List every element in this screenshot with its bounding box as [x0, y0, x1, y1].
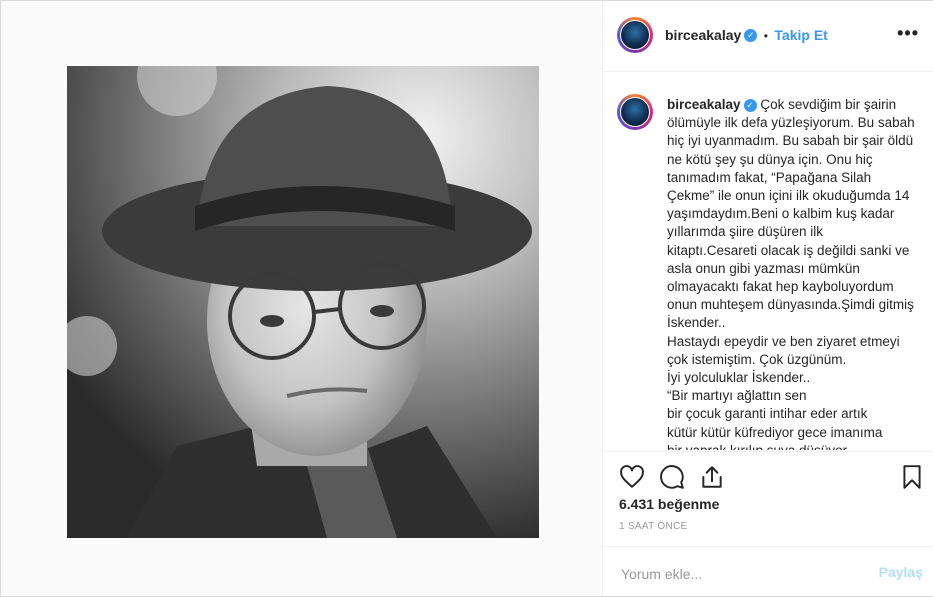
- avatar[interactable]: [617, 17, 653, 53]
- more-options-icon[interactable]: •••: [897, 23, 919, 44]
- comments-scroll-area[interactable]: birceakalay ✓ Çok sevdiğim bir şairin ölü…: [603, 72, 933, 450]
- post-photo[interactable]: [67, 66, 539, 538]
- header-user-line: birceakalay ✓ • Takip Et: [665, 27, 828, 45]
- action-bar: [603, 451, 933, 500]
- caption-text: Çok sevdiğim bir şairin ölümüyle ilk def…: [667, 97, 915, 450]
- post-caption: birceakalay ✓ Çok sevdiğim bir şairin ölü…: [667, 96, 915, 450]
- caption-verified-badge-icon: ✓: [743, 98, 757, 112]
- post-sidebar: birceakalay ✓ • Takip Et ••• birceakalay ✓…: [602, 1, 933, 596]
- caption-avatar[interactable]: [617, 94, 653, 130]
- likes-count[interactable]: 6.431 beğenme: [619, 496, 719, 512]
- comment-form: Paylaş: [603, 546, 933, 597]
- header-username[interactable]: birceakalay: [665, 27, 741, 43]
- caption-avatar-image: [620, 97, 650, 127]
- caption-username[interactable]: birceakalay: [667, 97, 741, 112]
- share-icon[interactable]: [699, 464, 725, 490]
- post-media-area: [1, 1, 601, 596]
- post-comment-button[interactable]: Paylaş: [879, 564, 923, 580]
- separator-dot: •: [763, 29, 768, 43]
- follow-button[interactable]: Takip Et: [774, 27, 827, 43]
- comment-input[interactable]: [619, 563, 863, 585]
- post-timestamp[interactable]: 1 SAAT ÖNCE: [619, 521, 688, 532]
- post-header: birceakalay ✓ • Takip Et •••: [603, 1, 933, 72]
- heart-icon[interactable]: [619, 464, 645, 490]
- post-modal: birceakalay ✓ • Takip Et ••• birceakalay ✓…: [0, 0, 933, 597]
- avatar-image: [620, 20, 650, 50]
- bookmark-icon[interactable]: [899, 464, 925, 490]
- comment-icon[interactable]: [659, 464, 685, 490]
- verified-badge-icon: ✓: [744, 29, 758, 43]
- portrait-image: [67, 66, 539, 538]
